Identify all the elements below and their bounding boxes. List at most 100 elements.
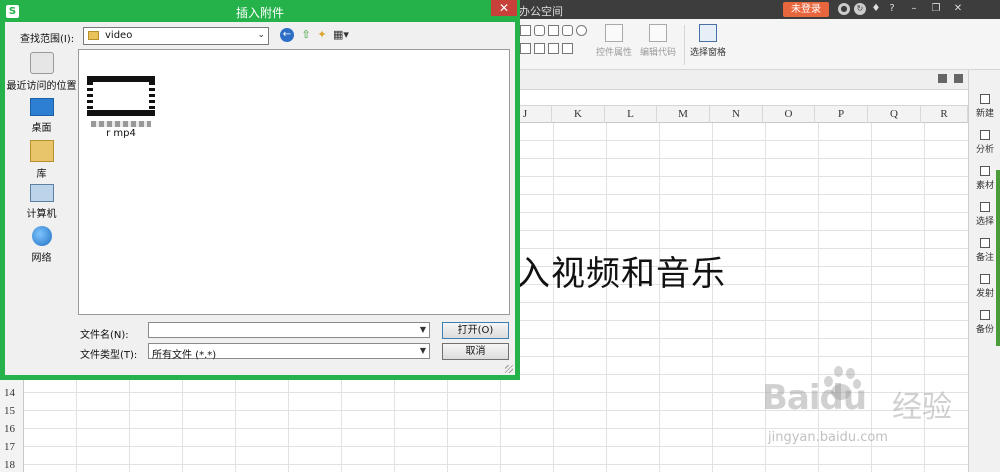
sidebar-item-label: 分析 — [975, 145, 994, 155]
analyze-icon — [980, 130, 990, 140]
open-button[interactable]: 打开(O) — [442, 322, 509, 339]
cancel-button[interactable]: 取消 — [442, 343, 509, 360]
row-header[interactable]: 16 — [0, 421, 24, 438]
places-bar: 最近访问的位置 桌面 库 计算机 网络 — [5, 46, 78, 375]
select-pane-button[interactable]: 选择窗格 — [690, 24, 726, 58]
file-type-select[interactable]: 所有文件 (*.*) ▼ — [148, 343, 430, 361]
minimize-icon[interactable]: – — [908, 3, 920, 15]
file-name-suffix: r mp4 — [106, 128, 136, 139]
radio-control-icon[interactable] — [576, 25, 587, 36]
recent-places-icon — [29, 52, 54, 74]
look-in-label: 查找范围(I): — [20, 34, 75, 45]
file-type-label: 文件类型(T): — [80, 350, 138, 361]
view-menu-icon[interactable]: ▦▾ — [332, 28, 350, 42]
sidebar-item-label: 选择 — [975, 217, 994, 227]
new-icon — [980, 94, 990, 104]
select-icon — [980, 202, 990, 212]
edit-code-label: 编辑代码 — [640, 48, 677, 58]
col-header[interactable]: P — [815, 106, 868, 123]
video-file-icon — [87, 76, 155, 116]
up-folder-icon[interactable]: ⇧ — [299, 28, 313, 42]
label-control-icon[interactable] — [520, 43, 531, 54]
list-control-icon[interactable] — [548, 25, 559, 36]
place-label: 最近访问的位置 — [6, 81, 77, 92]
notes-icon — [980, 238, 990, 248]
col-header[interactable]: O — [763, 106, 815, 123]
resize-grip-icon[interactable] — [505, 365, 513, 373]
dialog-close-button[interactable]: ✕ — [491, 0, 517, 16]
ribbon-divider — [684, 25, 685, 65]
sidebar-item-label: 发射 — [975, 289, 994, 299]
back-arrow-icon[interactable]: ← — [280, 28, 294, 42]
place-label: 桌面 — [31, 123, 52, 134]
help-icon[interactable]: ? — [886, 3, 898, 15]
network-icon — [31, 226, 52, 246]
row-header[interactable]: 18 — [0, 457, 24, 472]
edit-code-button[interactable]: 编辑代码 — [640, 24, 676, 58]
col-header[interactable]: K — [552, 106, 605, 123]
control-props-button[interactable]: 控件属性 — [596, 24, 632, 58]
col-header[interactable]: N — [710, 106, 763, 123]
row-header[interactable]: 17 — [0, 439, 24, 456]
code-icon — [649, 24, 667, 42]
restore-doc-icon[interactable] — [938, 74, 947, 83]
pane-icon — [699, 24, 717, 42]
file-list[interactable]: r mp4 — [78, 49, 510, 315]
place-label: 计算机 — [26, 209, 57, 220]
cell-text: 入视频和音乐 — [516, 254, 726, 294]
place-label: 库 — [36, 169, 47, 180]
file-name-label: 文件名(N): — [80, 330, 129, 341]
props-icon — [605, 24, 623, 42]
login-button[interactable]: 未登录 — [783, 2, 829, 17]
row-header[interactable]: 14 — [0, 385, 24, 402]
dialog-title: 插入附件 — [235, 6, 284, 20]
library-icon — [29, 140, 54, 162]
place-computer[interactable]: 计算机 — [5, 184, 78, 220]
launch-icon — [980, 274, 990, 284]
place-library[interactable]: 库 — [5, 140, 78, 180]
sidebar-item-analyze[interactable]: 分析 — [969, 130, 1000, 155]
new-folder-icon[interactable]: ✦ — [315, 28, 329, 42]
place-network[interactable]: 网络 — [5, 226, 78, 264]
file-name-input[interactable]: ▼ — [148, 322, 430, 338]
spin-control-icon[interactable] — [562, 43, 573, 54]
skin-icon[interactable]: ● — [838, 3, 850, 15]
chevron-down-icon[interactable]: ▼ — [420, 346, 426, 355]
dialog-titlebar[interactable]: S 插入附件 ✕ — [0, 0, 520, 22]
sync-icon[interactable]: ↻ — [854, 3, 866, 15]
button-control-icon[interactable] — [534, 25, 545, 36]
look-in-select[interactable]: video ⌄ — [83, 27, 269, 45]
combo-control-icon[interactable] — [548, 43, 559, 54]
check-control-icon[interactable] — [562, 25, 573, 36]
shirt-icon[interactable]: ♦ — [870, 3, 882, 15]
place-label: 网络 — [31, 253, 52, 264]
computer-icon — [29, 184, 54, 202]
textbox-control-icon[interactable] — [534, 43, 545, 54]
col-header[interactable]: L — [605, 106, 657, 123]
sidebar-item-label: 备份 — [975, 325, 994, 335]
close-icon[interactable]: ✕ — [952, 3, 964, 15]
chevron-down-icon: ⌄ — [257, 30, 265, 40]
dialog-body: 查找范围(I): video ⌄ ← ⇧ ✦ ▦▾ 最近访问的位置 桌面 库 计… — [5, 22, 515, 375]
col-header[interactable]: M — [657, 106, 710, 123]
file-type-value: 所有文件 (*.*) — [152, 350, 217, 361]
close-doc-icon[interactable] — [954, 74, 963, 83]
select-pane-label: 选择窗格 — [690, 48, 727, 58]
sidebar-item-label: 新建 — [975, 109, 994, 119]
restore-icon[interactable]: ❐ — [930, 3, 942, 15]
col-header[interactable]: R — [921, 106, 968, 123]
sidebar-item-label: 备注 — [975, 253, 994, 263]
place-desktop[interactable]: 桌面 — [5, 98, 78, 134]
app-title: 办公空间 — [519, 5, 563, 18]
col-header[interactable]: Q — [868, 106, 921, 123]
row-header[interactable]: 15 — [0, 403, 24, 420]
sidebar-item-new[interactable]: 新建 — [969, 94, 1000, 119]
file-name-obscured — [91, 121, 151, 127]
file-item[interactable]: r mp4 — [85, 76, 157, 140]
look-in-value: video — [105, 30, 133, 41]
sidebar-item-label: 素材 — [975, 181, 994, 191]
checkbox-control-icon[interactable] — [520, 25, 531, 36]
place-recent[interactable]: 最近访问的位置 — [5, 52, 78, 92]
chevron-down-icon[interactable]: ▼ — [420, 325, 426, 334]
backup-icon — [980, 310, 990, 320]
